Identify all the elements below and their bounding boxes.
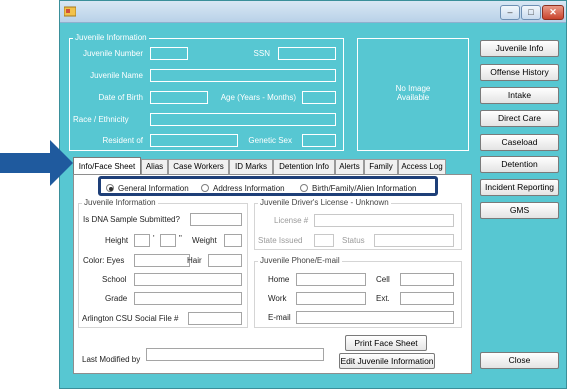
nav-button-detention[interactable]: Detention (480, 156, 559, 173)
nav-button-juvenile-info[interactable]: Juvenile Info (480, 40, 559, 57)
tab-family[interactable]: Family (364, 159, 398, 174)
print-face-sheet-button[interactable]: Print Face Sheet (345, 335, 427, 351)
height-inches-field[interactable] (160, 234, 176, 247)
edit-juvenile-information-button[interactable]: Edit Juvenile Information (339, 353, 435, 369)
tab-case-workers[interactable]: Case Workers (168, 159, 229, 174)
genetic-sex-label: Genetic Sex (248, 136, 292, 145)
age-label: Age (Years - Months) (220, 93, 296, 102)
color-eyes-label: Color: Eyes (83, 256, 125, 265)
height-feet-field[interactable] (134, 234, 150, 247)
school-field[interactable] (134, 273, 242, 286)
school-label: School (102, 275, 127, 284)
annotation-arrow-icon (0, 140, 73, 186)
tab-detention-info[interactable]: Detention Info (273, 159, 335, 174)
work-phone-field[interactable] (296, 292, 366, 305)
nav-button-direct-care[interactable]: Direct Care (480, 110, 559, 127)
juvenile-info-legend: Juvenile Information (73, 33, 149, 42)
drivers-license-legend: Juvenile Driver's License - Unknown (258, 198, 391, 207)
home-phone-label: Home (268, 275, 290, 284)
tab-access-log[interactable]: Access Log (398, 159, 446, 174)
title-bar: – □ ✕ (60, 1, 566, 23)
state-issued-field[interactable] (314, 234, 334, 247)
weight-label: Weight (192, 236, 217, 245)
nav-button-intake[interactable]: Intake (480, 87, 559, 104)
extension-field[interactable] (400, 292, 454, 305)
license-status-label: Status (342, 236, 365, 245)
close-button[interactable]: Close (480, 352, 559, 369)
juvenile-number-field[interactable] (150, 47, 188, 60)
tab-alias[interactable]: Alias (141, 159, 168, 174)
dna-label: Is DNA Sample Submitted? (83, 215, 180, 224)
work-phone-label: Work (268, 294, 287, 303)
age-field[interactable] (302, 91, 336, 104)
minimize-button[interactable]: – (500, 5, 520, 20)
extension-label: Ext. (376, 294, 390, 303)
panel-juvenile-info-legend: Juvenile Information (82, 198, 158, 207)
nav-button-offense-history[interactable]: Offense History (480, 64, 559, 81)
hair-color-field[interactable] (208, 254, 242, 267)
license-status-field[interactable] (374, 234, 454, 247)
date-of-birth-label: Date of Birth (98, 93, 143, 102)
ssn-field[interactable] (278, 47, 336, 60)
last-modified-field (146, 348, 324, 361)
race-ethnicity-field[interactable] (150, 113, 336, 126)
tab-alerts[interactable]: Alerts (335, 159, 364, 174)
last-modified-label: Last Modified by (82, 355, 141, 364)
height-label: Height (105, 236, 129, 245)
no-image-text: No Image Available (395, 84, 431, 102)
juvenile-number-label: Juvenile Number (82, 49, 143, 58)
date-of-birth-field[interactable] (150, 91, 208, 104)
genetic-sex-field[interactable] (302, 134, 336, 147)
csu-social-file-field[interactable] (188, 312, 242, 325)
app-icon (64, 6, 76, 17)
csu-social-file-label: Arlington CSU Social File # (82, 314, 179, 323)
feet-mark: ' (153, 234, 155, 243)
nav-button-gms[interactable]: GMS (480, 202, 559, 219)
home-phone-field[interactable] (296, 273, 366, 286)
grade-label: Grade (105, 294, 128, 303)
phone-email-legend: Juvenile Phone/E-mail (258, 256, 342, 265)
license-number-field[interactable] (314, 214, 454, 227)
inch-mark: " (179, 234, 182, 243)
ssn-label: SSN (253, 49, 270, 58)
grade-field[interactable] (134, 292, 242, 305)
resident-of-field[interactable] (150, 134, 238, 147)
maximize-button[interactable]: □ (521, 5, 541, 20)
race-ethnicity-label: Race / Ethnicity (73, 115, 129, 124)
eye-color-field[interactable] (134, 254, 190, 267)
dna-field[interactable] (190, 213, 242, 226)
cell-phone-field[interactable] (400, 273, 454, 286)
email-label: E-mail (268, 313, 291, 322)
nav-button-incident-reporting[interactable]: Incident Reporting (480, 179, 559, 196)
nav-button-caseload[interactable]: Caseload (480, 134, 559, 151)
juvenile-name-label: Juvenile Name (90, 71, 143, 80)
cell-phone-label: Cell (376, 275, 390, 284)
hair-label: Hair (187, 256, 202, 265)
resident-of-label: Resident of (102, 136, 143, 145)
email-field[interactable] (296, 311, 454, 324)
weight-field[interactable] (224, 234, 242, 247)
tab-info-face-sheet[interactable]: Info/Face Sheet (73, 157, 141, 174)
radio-group-highlight (98, 176, 438, 196)
tab-id-marks[interactable]: ID Marks (229, 159, 273, 174)
juvenile-name-field[interactable] (150, 69, 336, 82)
window-close-button[interactable]: ✕ (542, 5, 564, 20)
license-number-label: License # (274, 216, 309, 225)
tab-panel: General Information Address Information … (73, 174, 472, 374)
state-issued-label: State Issued (258, 236, 303, 245)
